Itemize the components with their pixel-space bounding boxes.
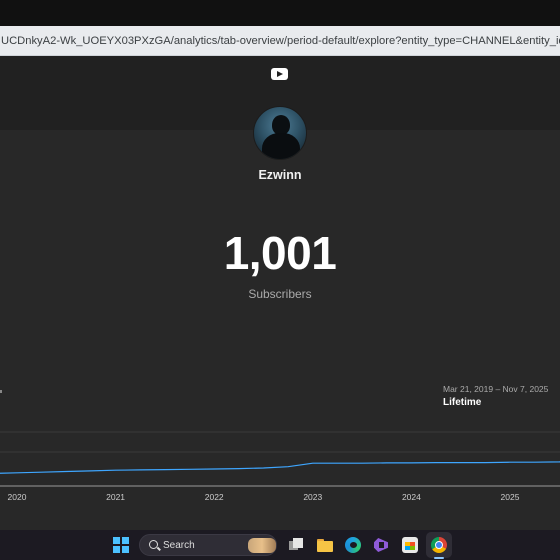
file-explorer-icon[interactable]	[317, 537, 333, 553]
edge-icon[interactable]	[345, 537, 361, 553]
taskbar-search-box[interactable]: Search	[139, 534, 277, 556]
url-text[interactable]: UCDnkyA2-Wk_UOEYX03PXzGA/analytics/tab-o…	[0, 35, 560, 47]
x-tick-label: 2024	[402, 492, 421, 502]
subscriber-count: 1,001	[223, 227, 337, 279]
search-highlight-icon	[248, 538, 276, 553]
youtube-logo-icon[interactable]	[271, 68, 288, 80]
microsoft-store-icon[interactable]	[402, 537, 418, 553]
subscriber-label: Subscribers	[248, 287, 312, 301]
analytics-page: Ezwinn 1,001 Subscribers Mar 21, 2019 – …	[0, 56, 560, 530]
task-view-icon[interactable]	[288, 537, 304, 553]
chrome-running-indicator	[434, 557, 444, 559]
x-tick-label: 2025	[501, 492, 520, 502]
series-line	[0, 461, 560, 475]
search-icon	[149, 540, 158, 549]
avatar-figure-body	[262, 133, 300, 159]
subscriber-chart[interactable]: 2020 2021 2022 2023 2024 2025	[0, 426, 560, 516]
period-label[interactable]: Lifetime	[443, 397, 481, 408]
search-label: Search	[163, 540, 195, 551]
visual-studio-icon[interactable]	[373, 537, 389, 553]
x-tick-labels: 2020 2021 2022 2023 2024 2025	[8, 492, 520, 502]
x-tick-label: 2022	[205, 492, 224, 502]
x-tick-label: 2020	[8, 492, 27, 502]
channel-name: Ezwinn	[258, 168, 302, 182]
taskbar: Search	[0, 530, 560, 560]
x-tick-label: 2021	[106, 492, 125, 502]
address-bar[interactable]: UCDnkyA2-Wk_UOEYX03PXzGA/analytics/tab-o…	[0, 26, 560, 56]
date-range-label: Mar 21, 2019 – Nov 7, 2025	[443, 384, 549, 394]
chart-edge-marker	[0, 390, 2, 393]
x-tick-label: 2023	[303, 492, 322, 502]
chrome-icon[interactable]	[431, 537, 447, 553]
windows-start-icon[interactable]	[113, 537, 129, 553]
avatar-figure-head	[272, 115, 290, 135]
browser-tab-strip	[0, 0, 560, 26]
channel-avatar[interactable]	[253, 106, 307, 160]
